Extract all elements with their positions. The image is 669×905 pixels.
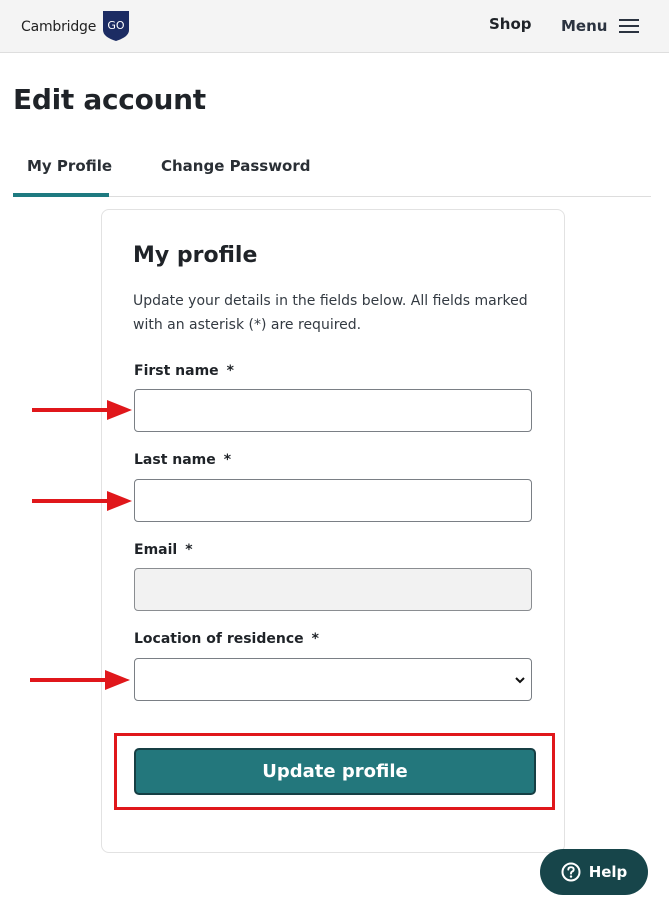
last-name-input[interactable] <box>134 479 532 522</box>
help-label: Help <box>588 863 628 881</box>
tab-change-password[interactable]: Change Password <box>161 157 311 175</box>
email-input <box>134 568 532 611</box>
top-bar: Cambridge GO Shop Menu <box>0 0 669 53</box>
update-profile-button[interactable]: Update profile <box>134 748 536 795</box>
tab-my-profile[interactable]: My Profile <box>27 157 112 175</box>
annotation-arrow-icon <box>32 400 132 420</box>
email-label: Email * <box>134 542 193 558</box>
last-name-label-text: Last name <box>134 452 216 468</box>
first-name-label: First name * <box>134 363 234 379</box>
required-marker: * <box>185 542 193 558</box>
profile-form-description: Update your details in the fields below.… <box>133 293 528 333</box>
required-marker: * <box>223 452 232 468</box>
menu-label: Menu <box>561 17 608 35</box>
email-label-text: Email <box>134 542 178 558</box>
annotation-arrow-icon <box>30 670 130 690</box>
active-tab-indicator <box>13 193 109 197</box>
first-name-label-text: First name <box>134 363 219 379</box>
help-button[interactable]: Help <box>540 849 648 895</box>
hamburger-icon <box>619 19 640 33</box>
last-name-label: Last name * <box>134 452 231 468</box>
chevron-down-icon <box>515 677 525 684</box>
profile-form-title: My profile <box>133 243 258 268</box>
page-title: Edit account <box>13 83 206 116</box>
brand-text: Cambridge <box>21 18 97 35</box>
shop-link[interactable]: Shop <box>489 15 532 33</box>
required-marker: * <box>226 363 234 379</box>
required-marker: * <box>311 631 319 647</box>
annotation-arrow-icon <box>32 491 132 511</box>
brand-badge: GO <box>108 19 126 32</box>
brand-logo[interactable]: Cambridge GO <box>21 10 130 42</box>
location-select[interactable] <box>134 658 532 701</box>
menu-button[interactable]: Menu <box>561 17 640 35</box>
account-tabs: My Profile Change Password <box>13 140 651 197</box>
shield-logo-icon: GO <box>103 11 130 41</box>
first-name-input[interactable] <box>134 389 532 432</box>
question-circle-icon <box>561 862 581 882</box>
location-label-text: Location of residence <box>134 631 304 647</box>
location-label: Location of residence * <box>134 631 319 647</box>
